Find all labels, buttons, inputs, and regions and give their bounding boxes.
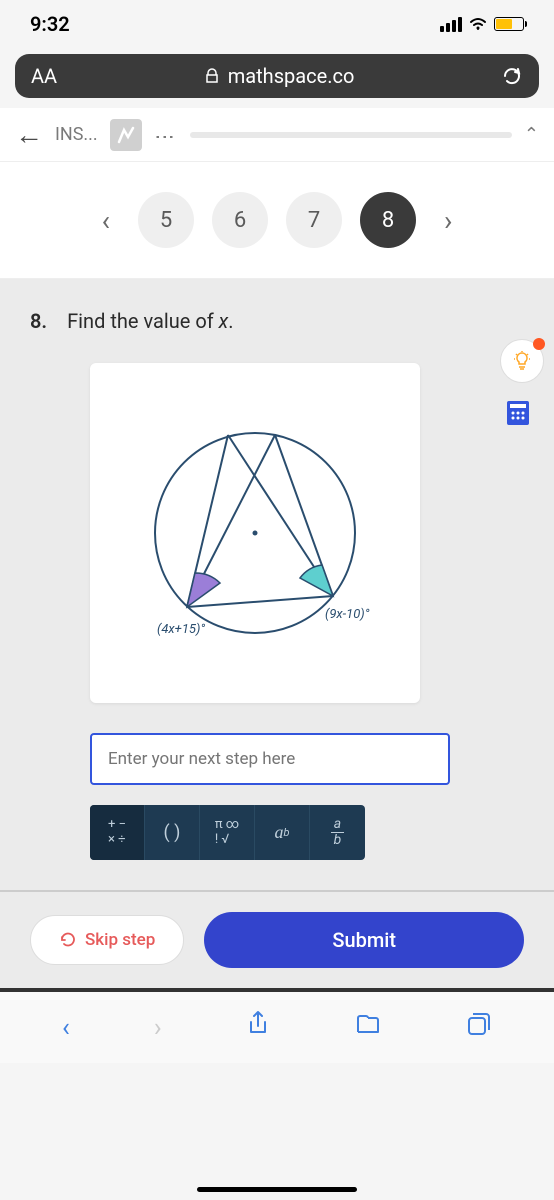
domain-text: mathspace.co [57,64,501,88]
question-nav-7[interactable]: 7 [286,192,342,248]
answer-input[interactable] [90,733,450,785]
math-toolbar: + −× ÷ ( ) π ∞! √ ab ab [90,805,365,860]
text-size-button[interactable]: AA [31,64,57,88]
share-button[interactable] [246,1010,270,1045]
parentheses-button[interactable]: ( ) [145,805,200,860]
wifi-icon [468,17,488,31]
battery-icon [494,17,524,31]
browser-forward-button[interactable]: › [154,1013,162,1043]
fraction-button[interactable]: ab [310,805,365,860]
signal-icon [440,17,462,32]
symbols-button[interactable]: π ∞! √ [200,805,255,860]
question-number: 8. [30,309,47,333]
collapse-icon[interactable]: ⌃ [524,124,539,145]
reload-icon[interactable] [501,65,523,87]
back-button[interactable]: ← [15,118,43,151]
question-nav-5[interactable]: 5 [138,192,194,248]
header-title: INS... [55,124,98,145]
address-bar[interactable]: AA mathspace.co [15,54,539,98]
question-nav-6[interactable]: 6 [212,192,268,248]
exponent-button[interactable]: ab [255,805,310,860]
question-nav-8[interactable]: 8 [360,192,416,248]
prev-question-button[interactable]: ‹ [92,204,120,237]
tabs-button[interactable] [466,1011,492,1044]
left-angle-label: (4x+15)° [157,622,205,637]
status-time: 9:32 [30,12,70,36]
diagram: (4x+15)° (9x-10)° [90,363,420,703]
hint-button[interactable] [500,339,544,383]
submit-button[interactable]: Submit [204,912,524,968]
status-icons [440,17,524,32]
operators-button[interactable]: + −× ÷ [90,805,145,860]
calculator-button[interactable] [500,398,536,434]
more-menu-icon[interactable]: ⋮ [154,127,178,143]
progress-bar [190,132,512,138]
skip-step-button[interactable]: Skip step [30,915,184,965]
home-indicator[interactable] [197,1187,357,1192]
bookmarks-button[interactable] [354,1012,382,1043]
question-text: Find the value of x. [67,309,233,333]
right-angle-label: (9x-10)° [325,607,370,622]
skip-icon [59,931,77,949]
app-logo[interactable] [110,119,142,151]
browser-back-button[interactable]: ‹ [62,1013,70,1043]
next-question-button[interactable]: › [434,204,462,237]
lock-icon [204,68,220,84]
